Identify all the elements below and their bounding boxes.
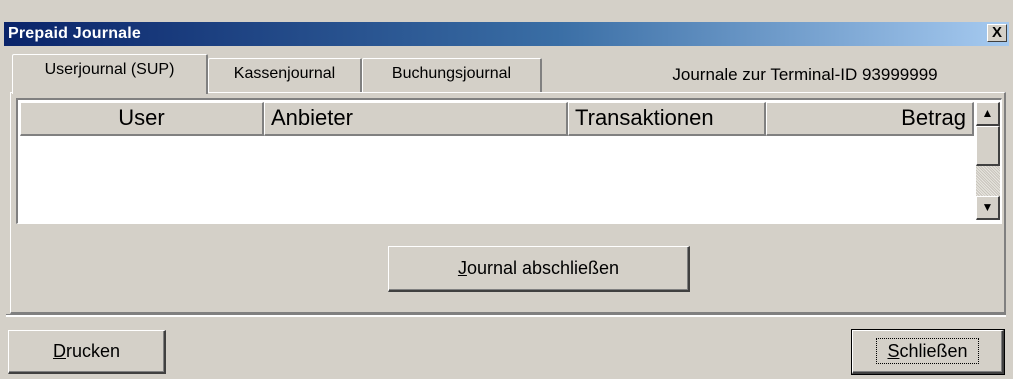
tab-label: Kassenjournal — [233, 65, 336, 82]
button-label: chließen — [899, 341, 968, 361]
tab-userjournal[interactable]: Userjournal (SUP) — [12, 54, 208, 94]
terminal-id-label: Journale zur Terminal-ID 93999999 — [672, 65, 938, 84]
journal-list[interactable]: User Anbieter Transaktionen Betrag ▲ ▼ — [16, 98, 1002, 224]
column-header-betrag[interactable]: Betrag — [766, 102, 974, 136]
button-label: ournal abschließen — [466, 258, 620, 278]
close-journal-button[interactable]: Journal abschließen — [388, 246, 690, 292]
print-button[interactable]: Drucken — [8, 330, 166, 374]
scroll-down-button[interactable]: ▼ — [976, 196, 1000, 220]
vertical-scrollbar[interactable]: ▲ ▼ — [976, 102, 1000, 220]
column-label: User — [118, 105, 165, 130]
close-window-button[interactable]: X — [987, 24, 1007, 42]
scroll-down-icon: ▼ — [981, 200, 994, 214]
close-icon: X — [991, 24, 1002, 41]
column-header-transaktionen[interactable]: Transaktionen — [568, 102, 766, 136]
column-label: Betrag — [901, 105, 966, 130]
button-label: rucken — [65, 341, 121, 361]
column-label: Anbieter — [271, 105, 353, 130]
column-header-user[interactable]: User — [20, 102, 264, 136]
tab-kassenjournal[interactable]: Kassenjournal — [208, 58, 362, 92]
separator — [6, 314, 1006, 317]
dialog-window: Prepaid Journale X Userjournal (SUP) Kas… — [0, 0, 1013, 379]
column-label: Transaktionen — [575, 105, 714, 130]
mnemonic: S — [887, 341, 900, 361]
tab-label: Buchungsjournal — [391, 65, 512, 82]
scroll-up-button[interactable]: ▲ — [976, 102, 1000, 126]
focus-rect: Schließen — [876, 338, 979, 364]
window-title: Prepaid Journale — [8, 25, 142, 42]
tab-buchungsjournal[interactable]: Buchungsjournal — [362, 58, 542, 92]
mnemonic: D — [52, 341, 66, 361]
mnemonic: J — [457, 258, 467, 278]
tab-label: Userjournal (SUP) — [44, 61, 175, 78]
scroll-up-icon: ▲ — [981, 106, 994, 120]
scroll-thumb[interactable] — [976, 126, 1000, 166]
close-button[interactable]: Schließen — [851, 329, 1005, 375]
column-header-anbieter[interactable]: Anbieter — [264, 102, 568, 136]
title-bar[interactable]: Prepaid Journale X — [4, 22, 1009, 46]
